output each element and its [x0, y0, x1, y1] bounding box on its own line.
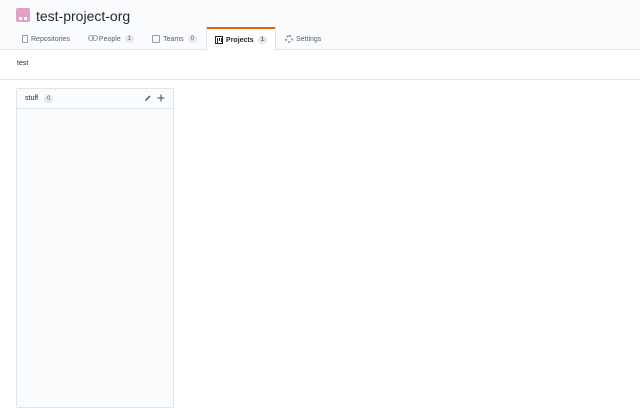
add-card-button[interactable] [156, 93, 166, 103]
avatar-eye-right [24, 17, 27, 20]
org-name[interactable]: test-project-org [36, 7, 130, 25]
column-card-count: 0 [44, 95, 54, 103]
project-title-bar: test [0, 50, 640, 80]
tab-teams[interactable]: Teams 0 [143, 27, 206, 50]
tab-settings-label: Settings [296, 35, 322, 43]
teams-icon [152, 35, 161, 43]
tab-repositories[interactable]: Repositories [13, 27, 79, 50]
project-icon [215, 36, 224, 44]
tab-projects[interactable]: Projects 1 [206, 27, 276, 51]
tab-people[interactable]: People 1 [79, 27, 143, 50]
tab-repositories-label: Repositories [31, 35, 70, 43]
tab-teams-label: Teams [163, 35, 184, 43]
project-name: test [17, 60, 29, 67]
avatar-eye-left [19, 17, 22, 20]
column-name: stuff [25, 95, 39, 102]
people-icon [87, 35, 98, 43]
org-header: test-project-org Repositories People 1 T… [0, 0, 640, 51]
tab-teams-count: 0 [187, 35, 198, 43]
tab-projects-count: 1 [257, 36, 267, 44]
org-tabs: Repositories People 1 Teams 0 Projects 1… [13, 27, 330, 51]
org-avatar[interactable] [16, 8, 30, 22]
edit-column-button[interactable] [143, 93, 153, 103]
gear-icon [285, 35, 293, 43]
tab-projects-label: Projects [226, 36, 254, 44]
project-column: stuff 0 [16, 88, 174, 408]
tab-people-label: People [98, 35, 121, 43]
column-header: stuff 0 [17, 89, 173, 109]
tab-settings[interactable]: Settings [276, 27, 330, 50]
repo-icon [22, 35, 28, 43]
plus-icon [157, 94, 165, 102]
tab-people-count: 1 [124, 35, 135, 43]
pencil-icon [145, 95, 151, 101]
